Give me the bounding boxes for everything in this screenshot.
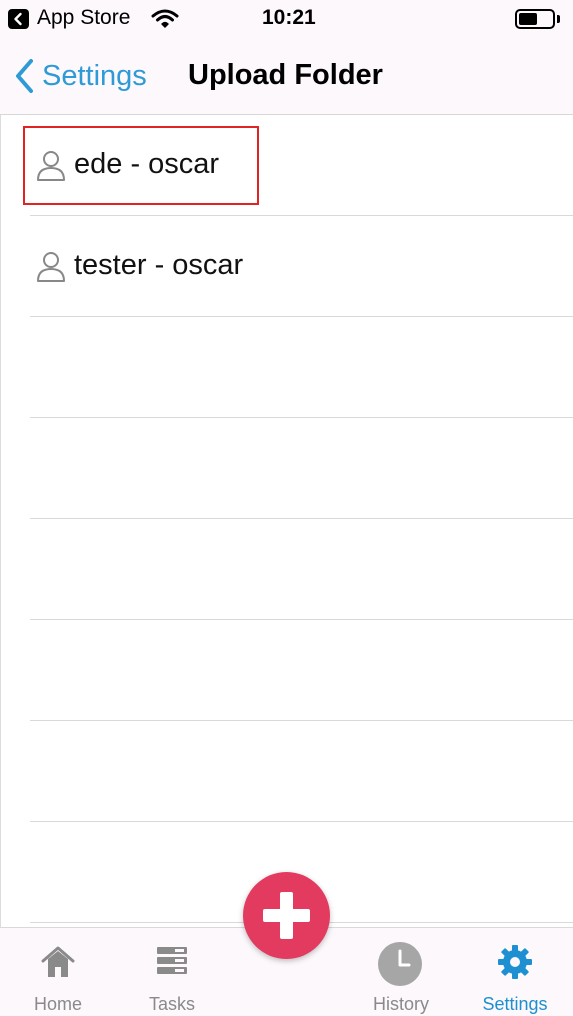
list-item[interactable]: ede - oscar [30,115,573,216]
list-item-content[interactable]: ede - oscar [36,148,219,181]
home-icon [41,946,75,977]
back-button-label[interactable]: Settings [42,60,147,93]
list-item[interactable]: tester - oscar [30,216,573,317]
empty-list-row [30,721,573,822]
folder-list: ede - oscar tester - oscar [0,115,573,927]
plus-icon-vertical [280,892,293,939]
wifi-icon [151,9,179,28]
list-item-label: ede - oscar [74,148,220,180]
status-bar: App Store 10:21 [0,0,573,40]
add-button[interactable] [243,872,330,959]
navigation-bar: Settings Upload Folder [0,40,573,115]
tab-history-label: History [372,994,429,1014]
battery-tip [557,15,560,23]
empty-list-row [30,317,573,418]
tab-settings-label: Settings [482,994,548,1014]
tab-home-label: Home [33,994,82,1014]
empty-list-row [30,620,573,721]
back-to-app-icon[interactable] [8,9,29,29]
empty-list-row [30,418,573,519]
screen: App Store 10:21 Settings Upload Folder e… [0,0,573,1016]
user-icon [37,251,65,282]
battery-icon [515,9,555,29]
clock-icon [378,942,422,986]
tab-history[interactable]: History [346,928,456,1016]
tab-home[interactable]: Home [3,928,113,1016]
tab-settings[interactable]: Settings [460,928,570,1016]
user-icon [37,150,65,181]
tasks-icon [157,947,187,974]
empty-list-row [30,519,573,620]
battery-level [519,13,537,25]
list-item-content[interactable]: tester - oscar [36,249,243,282]
back-button[interactable]: Settings [14,56,147,96]
status-time: 10:21 [262,6,316,29]
tab-tasks-label: Tasks [148,994,195,1014]
back-to-app-label[interactable]: App Store [37,6,130,30]
page-title: Upload Folder [188,59,383,91]
gear-icon [498,945,532,979]
chevron-left-icon [16,59,33,93]
list-item-label: tester - oscar [74,249,244,281]
tab-tasks[interactable]: Tasks [117,928,227,1016]
